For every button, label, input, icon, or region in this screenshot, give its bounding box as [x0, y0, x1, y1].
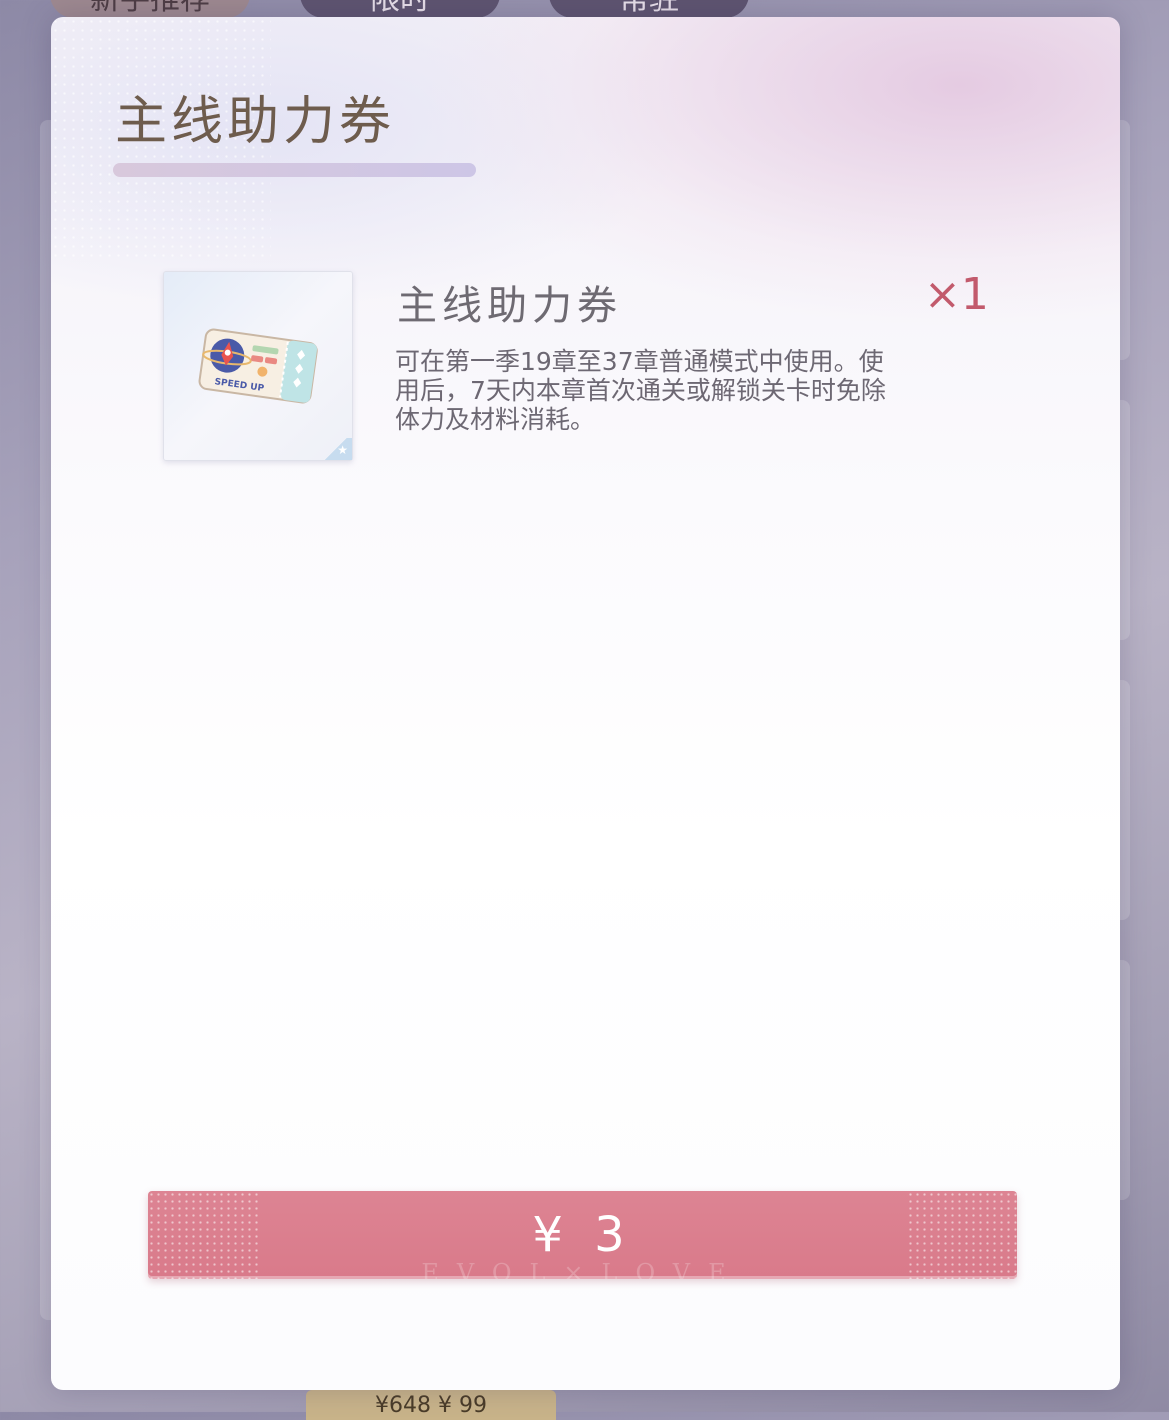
dialog-title: 主线助力券	[115, 92, 396, 152]
button-watermark: EVOL×LOVE	[421, 1259, 744, 1279]
background-price-tag: ¥648 ¥ 99	[306, 1390, 556, 1420]
star-icon: ★	[337, 443, 348, 457]
item-name: 主线助力券	[397, 283, 622, 329]
buy-button[interactable]: ¥ 3 EVOL×LOVE	[148, 1191, 1017, 1279]
speedup-ticket-icon: SPEED UP	[198, 328, 318, 404]
item-thumbnail: SPEED UP ★	[163, 271, 353, 461]
buy-button-price: ¥ 3	[532, 1207, 633, 1263]
tab-new-player[interactable]: 新手推荐	[50, 0, 250, 18]
tab-permanent[interactable]: 常驻	[549, 0, 749, 18]
item-purchase-dialog: 主线助力券 SPEED UP ★ 主线助力券 ×1 可在第一季19章至37章普通…	[51, 17, 1120, 1390]
item-quantity: ×1	[924, 269, 989, 320]
title-underline	[113, 163, 476, 177]
tab-limited[interactable]: 限时	[300, 0, 500, 18]
item-description: 可在第一季19章至37章普通模式中使用。使用后，7天内本章首次通关或解锁关卡时免…	[395, 347, 886, 434]
